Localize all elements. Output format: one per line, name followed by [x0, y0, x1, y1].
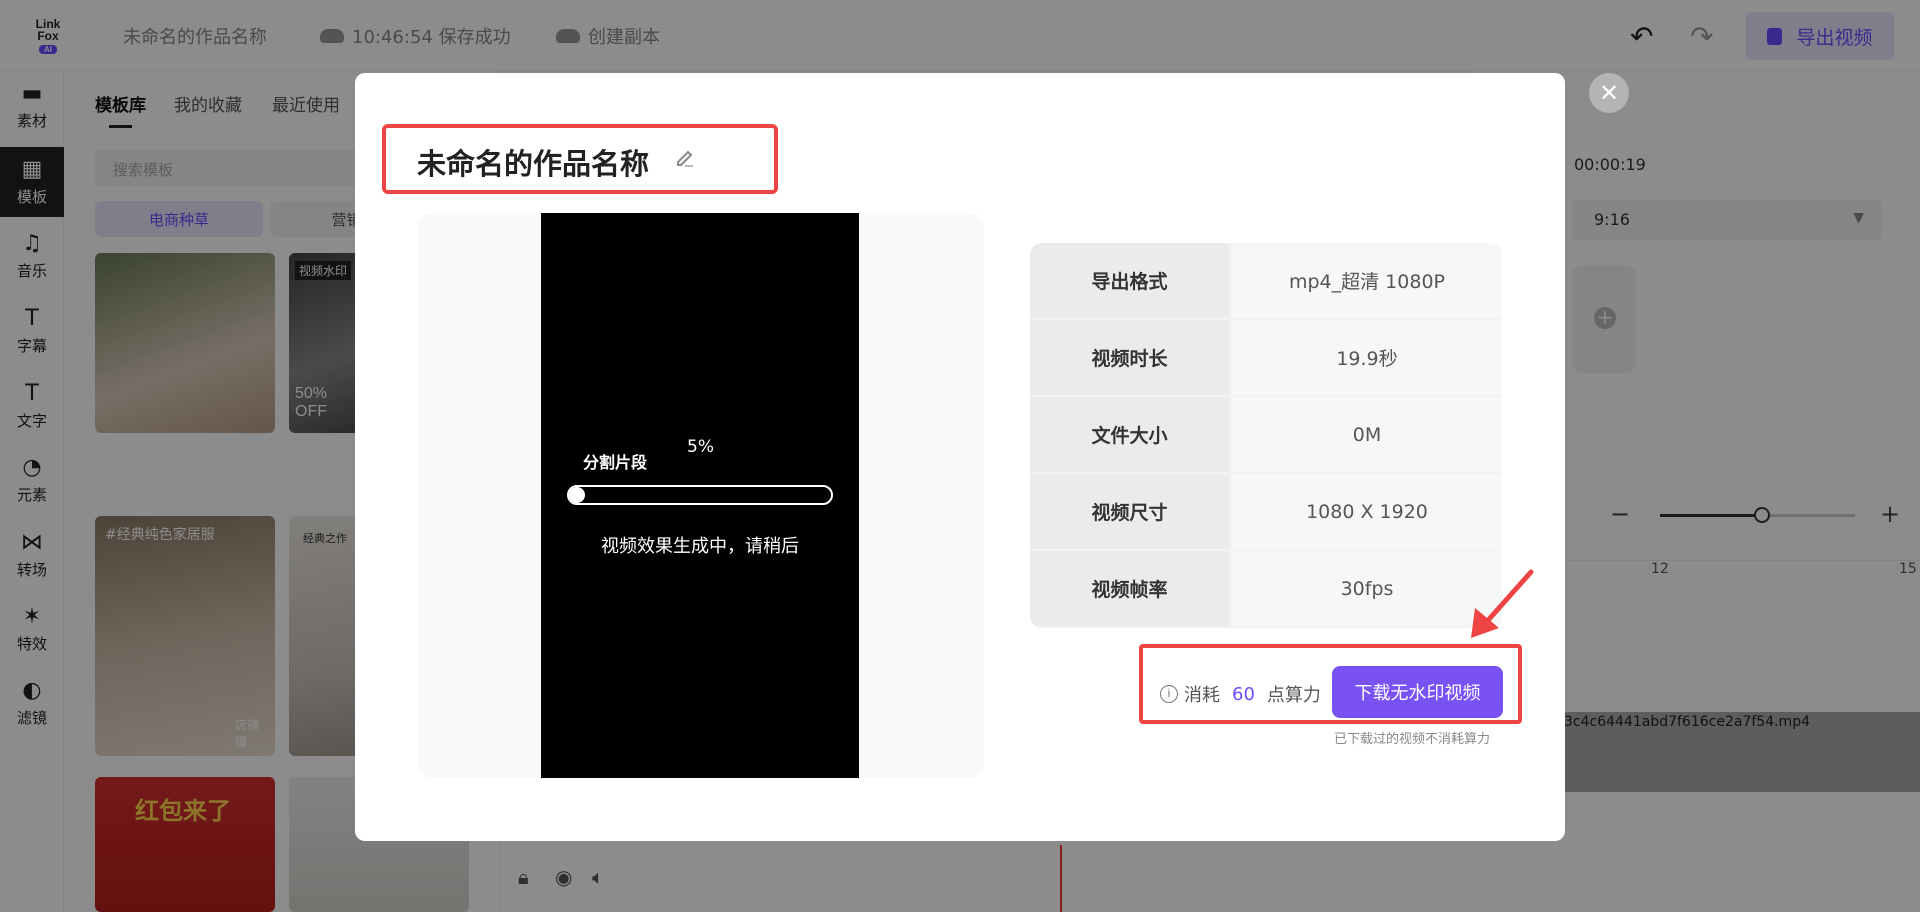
info-icon[interactable]: i: [1160, 685, 1178, 703]
cost-info: i 消耗 60 点算力: [1160, 681, 1321, 707]
progress-percent: 5%: [687, 437, 714, 457]
info-key: 视频帧率: [1030, 551, 1229, 626]
info-value: 19.9秒: [1232, 320, 1502, 395]
info-key: 视频时长: [1030, 320, 1229, 395]
close-icon[interactable]: ✕: [1589, 73, 1629, 113]
info-value: 30fps: [1232, 551, 1502, 626]
edit-icon[interactable]: [674, 148, 696, 170]
progress-fill: [569, 487, 585, 503]
info-key: 视频尺寸: [1030, 474, 1229, 549]
generating-status: 视频效果生成中，请稍后: [601, 536, 799, 557]
info-row-dimensions: 视频尺寸 1080 X 1920: [1030, 474, 1502, 549]
info-row-filesize: 文件大小 0M: [1030, 397, 1502, 472]
cost-suffix: 点算力: [1266, 685, 1321, 706]
cost-value: 60: [1232, 683, 1255, 705]
info-row-framerate: 视频帧率 30fps: [1030, 551, 1502, 626]
export-info-table: 导出格式 mp4_超清 1080P 视频时长 19.9秒 文件大小 0M 视频尺…: [1030, 243, 1502, 628]
info-value: 0M: [1232, 397, 1502, 472]
info-row-duration: 视频时长 19.9秒: [1030, 320, 1502, 395]
cost-prefix: 消耗: [1184, 685, 1220, 706]
info-key: 导出格式: [1030, 243, 1229, 318]
dialog-title[interactable]: 未命名的作品名称: [417, 141, 649, 183]
info-row-format: 导出格式 mp4_超清 1080P: [1030, 243, 1502, 318]
progress-bar: [567, 485, 833, 505]
download-no-watermark-button[interactable]: 下载无水印视频: [1332, 666, 1503, 718]
download-note: 已下载过的视频不消耗算力: [1334, 732, 1491, 747]
segment-label: 分割片段: [583, 453, 648, 472]
arrow-annotation-icon: [1471, 569, 1534, 638]
info-value: 1080 X 1920: [1232, 474, 1502, 549]
info-key: 文件大小: [1030, 397, 1229, 472]
info-value: mp4_超清 1080P: [1232, 243, 1502, 318]
